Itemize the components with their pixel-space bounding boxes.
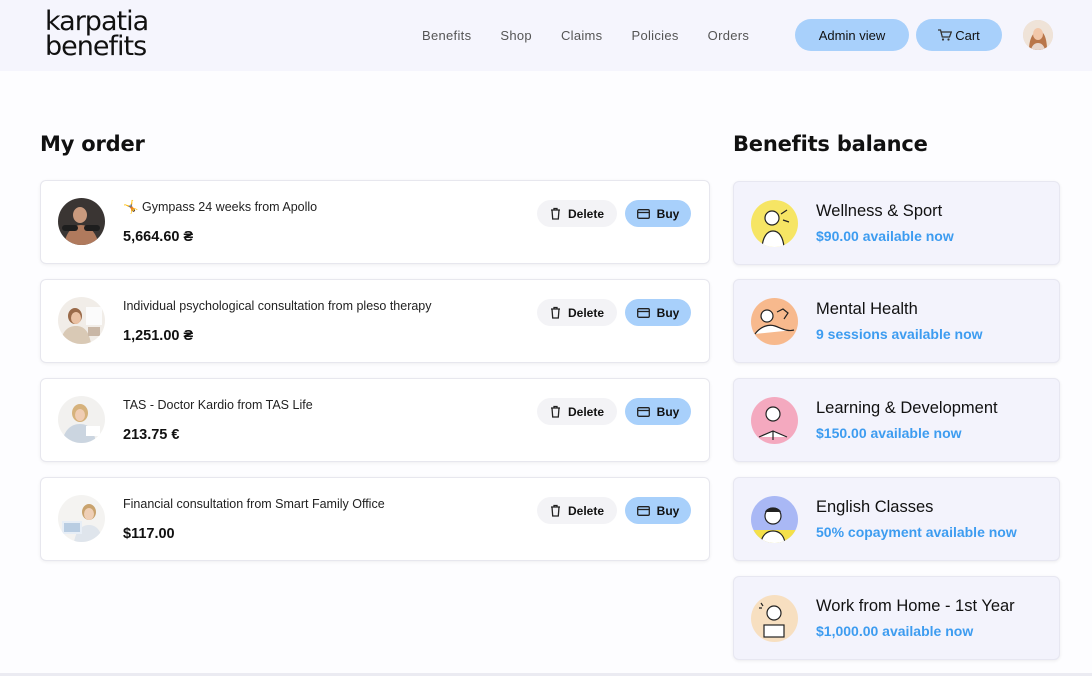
mental-health-icon — [751, 298, 798, 345]
buy-label: Buy — [656, 206, 680, 221]
trash-icon — [550, 207, 561, 220]
trash-icon — [550, 405, 561, 418]
order-item: Financial consultation from Smart Family… — [40, 477, 710, 561]
order-price: 213.75 € — [123, 427, 180, 443]
credit-card-icon — [636, 505, 650, 516]
nav-policies[interactable]: Policies — [631, 28, 678, 43]
top-header: karpatia benefits Benefits Shop Claims P… — [0, 0, 1092, 71]
balance-card-work-from-home[interactable]: Work from Home - 1st Year $1,000.00 avai… — [733, 576, 1060, 660]
nav-benefits[interactable]: Benefits — [422, 28, 471, 43]
balance-card-mental-health[interactable]: Mental Health 9 sessions available now — [733, 279, 1060, 363]
balance-available: 9 sessions available now — [816, 326, 983, 342]
benefits-balance-title: Benefits balance — [733, 132, 928, 156]
order-price: $117.00 — [123, 526, 175, 542]
credit-card-icon — [636, 208, 650, 219]
balance-card-learning[interactable]: Learning & Development $150.00 available… — [733, 378, 1060, 462]
delete-label: Delete — [567, 206, 605, 221]
trash-icon — [550, 306, 561, 319]
avatar[interactable] — [1023, 20, 1053, 50]
credit-card-icon — [636, 307, 650, 318]
balance-available: $90.00 available now — [816, 228, 954, 244]
balance-card-english[interactable]: English Classes 50% copayment available … — [733, 477, 1060, 561]
delete-button[interactable]: Delete — [537, 299, 617, 326]
delete-button[interactable]: Delete — [537, 398, 617, 425]
my-order-title: My order — [40, 132, 145, 156]
buy-label: Buy — [656, 404, 680, 419]
balance-title: Mental Health — [816, 300, 918, 318]
buy-label: Buy — [656, 503, 680, 518]
cart-icon — [938, 29, 953, 41]
order-thumbnail — [58, 396, 105, 443]
delete-label: Delete — [567, 503, 605, 518]
balance-title: Learning & Development — [816, 399, 998, 417]
learning-development-icon — [751, 397, 798, 444]
cart-label: Cart — [955, 27, 980, 43]
balance-available: $1,000.00 available now — [816, 623, 974, 639]
order-item: Individual psychological consultation fr… — [40, 279, 710, 363]
delete-button[interactable]: Delete — [537, 200, 617, 227]
cart-button[interactable]: Cart — [916, 19, 1002, 51]
balance-title: Work from Home - 1st Year — [816, 597, 1015, 615]
buy-button[interactable]: Buy — [625, 299, 691, 326]
balance-available: 50% copayment available now — [816, 524, 1017, 540]
nav-orders[interactable]: Orders — [708, 28, 750, 43]
delete-label: Delete — [567, 305, 605, 320]
balance-available: $150.00 available now — [816, 425, 962, 441]
credit-card-icon — [636, 406, 650, 417]
order-price: 5,664.60 ₴ — [123, 229, 194, 245]
admin-view-button[interactable]: Admin view — [795, 19, 909, 51]
buy-button[interactable]: Buy — [625, 200, 691, 227]
order-item: TAS - Doctor Kardio from TAS Life 213.75… — [40, 378, 710, 462]
nav-shop[interactable]: Shop — [500, 28, 532, 43]
balance-title: Wellness & Sport — [816, 202, 943, 220]
work-from-home-icon — [751, 595, 798, 642]
order-name: Financial consultation from Smart Family… — [123, 497, 385, 511]
trash-icon — [550, 504, 561, 517]
order-thumbnail — [58, 495, 105, 542]
balance-card-wellness[interactable]: Wellness & Sport $90.00 available now — [733, 181, 1060, 265]
logo-line2: benefits — [45, 31, 147, 62]
order-name: TAS - Doctor Kardio from TAS Life — [123, 398, 313, 412]
delete-label: Delete — [567, 404, 605, 419]
order-thumbnail — [58, 297, 105, 344]
buy-label: Buy — [656, 305, 680, 320]
logo[interactable]: karpatia benefits — [45, 8, 149, 62]
delete-button[interactable]: Delete — [537, 497, 617, 524]
wellness-sport-icon — [751, 200, 798, 247]
order-item: 🤸 Gympass 24 weeks from Apollo 5,664.60 … — [40, 180, 710, 264]
order-thumbnail — [58, 198, 105, 245]
nav-claims[interactable]: Claims — [561, 28, 603, 43]
balance-title: English Classes — [816, 498, 934, 516]
buy-button[interactable]: Buy — [625, 398, 691, 425]
order-name: 🤸 Gympass 24 weeks from Apollo — [123, 200, 318, 214]
order-name: Individual psychological consultation fr… — [123, 299, 432, 313]
buy-button[interactable]: Buy — [625, 497, 691, 524]
order-price: 1,251.00 ₴ — [123, 328, 194, 344]
main-nav: Benefits Shop Claims Policies Orders — [422, 28, 778, 43]
english-classes-icon — [751, 496, 798, 543]
